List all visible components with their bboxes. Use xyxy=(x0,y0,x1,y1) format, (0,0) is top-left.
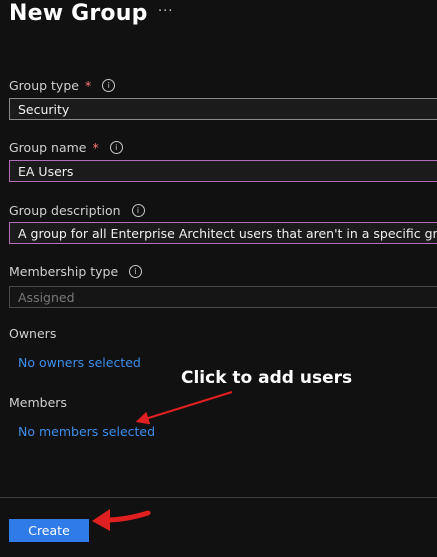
owners-label-text: Owners xyxy=(9,326,57,341)
required-mark: * xyxy=(92,140,99,155)
group-type-label-text: Group type xyxy=(9,78,79,93)
group-name-input[interactable]: EA Users xyxy=(9,160,437,182)
group-type-label: Group type * i xyxy=(9,78,116,93)
membership-type-label: Membership type i xyxy=(9,264,143,279)
no-members-selected-link[interactable]: No members selected xyxy=(18,424,155,439)
footer-divider xyxy=(0,497,437,498)
annotation-arrow-members xyxy=(135,390,233,425)
group-name-label: Group name * i xyxy=(9,140,123,155)
group-description-label-text: Group description xyxy=(9,203,121,218)
info-icon[interactable]: i xyxy=(102,79,116,92)
create-button[interactable]: Create xyxy=(9,519,89,542)
required-mark: * xyxy=(84,78,92,93)
annotation-text: Click to add users xyxy=(181,368,353,388)
info-icon[interactable]: i xyxy=(129,265,143,278)
annotation-arrow-create xyxy=(92,509,151,531)
members-label-text: Members xyxy=(9,395,67,410)
owners-label: Owners xyxy=(9,326,56,341)
info-icon[interactable]: i xyxy=(109,141,123,154)
group-description-input[interactable]: A group for all Enterprise Architect use… xyxy=(9,222,437,244)
no-owners-selected-link[interactable]: No owners selected xyxy=(18,355,141,370)
group-description-label: Group description i xyxy=(9,203,145,218)
members-label: Members xyxy=(9,395,67,410)
page-title: New Group xyxy=(9,1,148,26)
more-options-button[interactable]: ··· xyxy=(158,4,173,19)
group-name-label-text: Group name xyxy=(9,140,87,155)
membership-type-select: Assigned xyxy=(9,286,437,308)
group-type-select[interactable]: Security xyxy=(9,98,437,120)
info-icon[interactable]: i xyxy=(131,204,145,217)
membership-type-label-text: Membership type xyxy=(9,264,119,279)
